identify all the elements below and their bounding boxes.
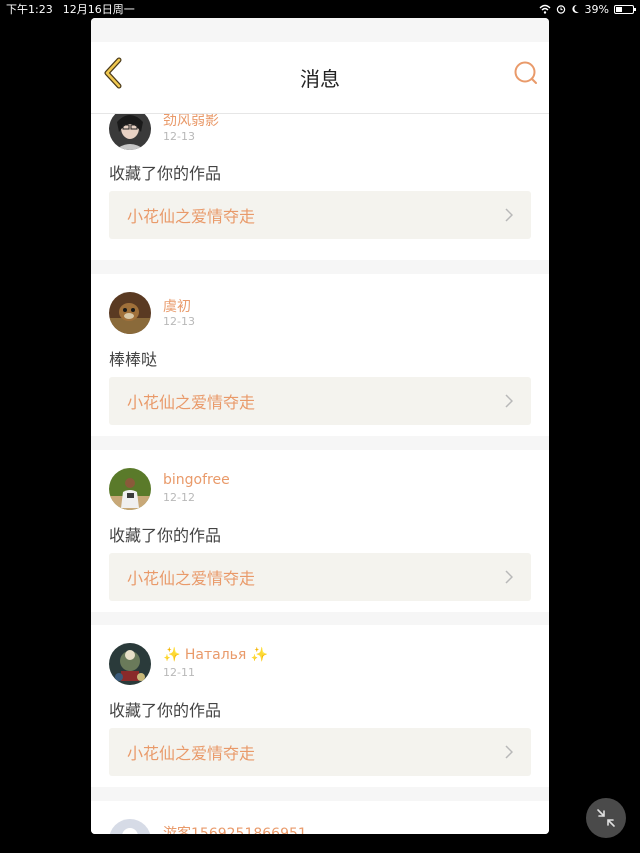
timestamp: 12-13 [163, 315, 195, 328]
username[interactable]: 游客1569251866951 [163, 823, 307, 834]
list-item: bingofree 12-12 收藏了你的作品 小花仙之爱情夺走 [91, 450, 549, 612]
work-link[interactable]: 小花仙之爱情夺走 [109, 553, 531, 601]
message-text: 收藏了你的作品 [109, 526, 222, 545]
battery-level [616, 6, 622, 12]
username[interactable]: 劲风弱影 [163, 114, 219, 130]
work-link[interactable]: 小花仙之爱情夺走 [109, 728, 531, 776]
chevron-right-icon [505, 745, 513, 759]
status-bar: 下午1:23 12月16日周一 39% [0, 0, 640, 18]
battery-percent: 39% [584, 2, 609, 16]
timestamp: 12-11 [163, 666, 195, 679]
moon-icon [571, 4, 579, 13]
collapse-button[interactable] [586, 798, 626, 838]
avatar[interactable] [109, 114, 151, 150]
timestamp: 12-12 [163, 491, 195, 504]
work-title: 小花仙之爱情夺走 [127, 744, 256, 763]
search-icon[interactable] [513, 60, 539, 86]
message-text: 收藏了你的作品 [109, 164, 222, 183]
chevron-right-icon [505, 394, 513, 408]
alarm-icon [556, 5, 565, 14]
message-text: 棒棒哒 [109, 350, 158, 369]
collapse-icon [597, 809, 615, 827]
page-title: 消息 [300, 67, 340, 91]
wifi-icon [539, 4, 551, 14]
nav-bar: 消息 [91, 42, 549, 114]
battery-icon [614, 4, 636, 14]
username[interactable]: bingofree [163, 472, 230, 488]
username[interactable]: ✨ Наталья ✨ [163, 647, 268, 663]
message-feed[interactable]: 劲风弱影 12-13 收藏了你的作品 小花仙之爱情夺走 虞初 12-13 棒棒哒… [91, 114, 549, 834]
work-link[interactable]: 小花仙之爱情夺走 [109, 191, 531, 239]
status-date: 12月16日周一 [62, 3, 135, 16]
work-link[interactable]: 小花仙之爱情夺走 [109, 377, 531, 425]
list-item: 劲风弱影 12-13 收藏了你的作品 小花仙之爱情夺走 [91, 114, 549, 260]
top-strip [91, 18, 549, 42]
chevron-right-icon [505, 208, 513, 222]
app-window: 消息 劲风弱影 12-13 收藏了你的作品 小花仙之爱情夺走 虞初 12-13 … [91, 18, 549, 834]
work-title: 小花仙之爱情夺走 [127, 393, 256, 412]
username[interactable]: 虞初 [163, 296, 191, 316]
avatar[interactable] [109, 819, 151, 834]
status-time: 下午1:23 [6, 3, 53, 16]
avatar[interactable] [109, 468, 151, 510]
chevron-right-icon [505, 570, 513, 584]
timestamp: 12-13 [163, 130, 195, 143]
list-item: ✨ Наталья ✨ 12-11 收藏了你的作品 小花仙之爱情夺走 [91, 625, 549, 787]
work-title: 小花仙之爱情夺走 [127, 569, 256, 588]
message-text: 收藏了你的作品 [109, 701, 222, 720]
list-item: 虞初 12-13 棒棒哒 小花仙之爱情夺走 [91, 274, 549, 436]
work-title: 小花仙之爱情夺走 [127, 207, 256, 226]
avatar[interactable] [109, 643, 151, 685]
avatar[interactable] [109, 292, 151, 334]
list-item: 游客1569251866951 12-10 [91, 801, 549, 834]
